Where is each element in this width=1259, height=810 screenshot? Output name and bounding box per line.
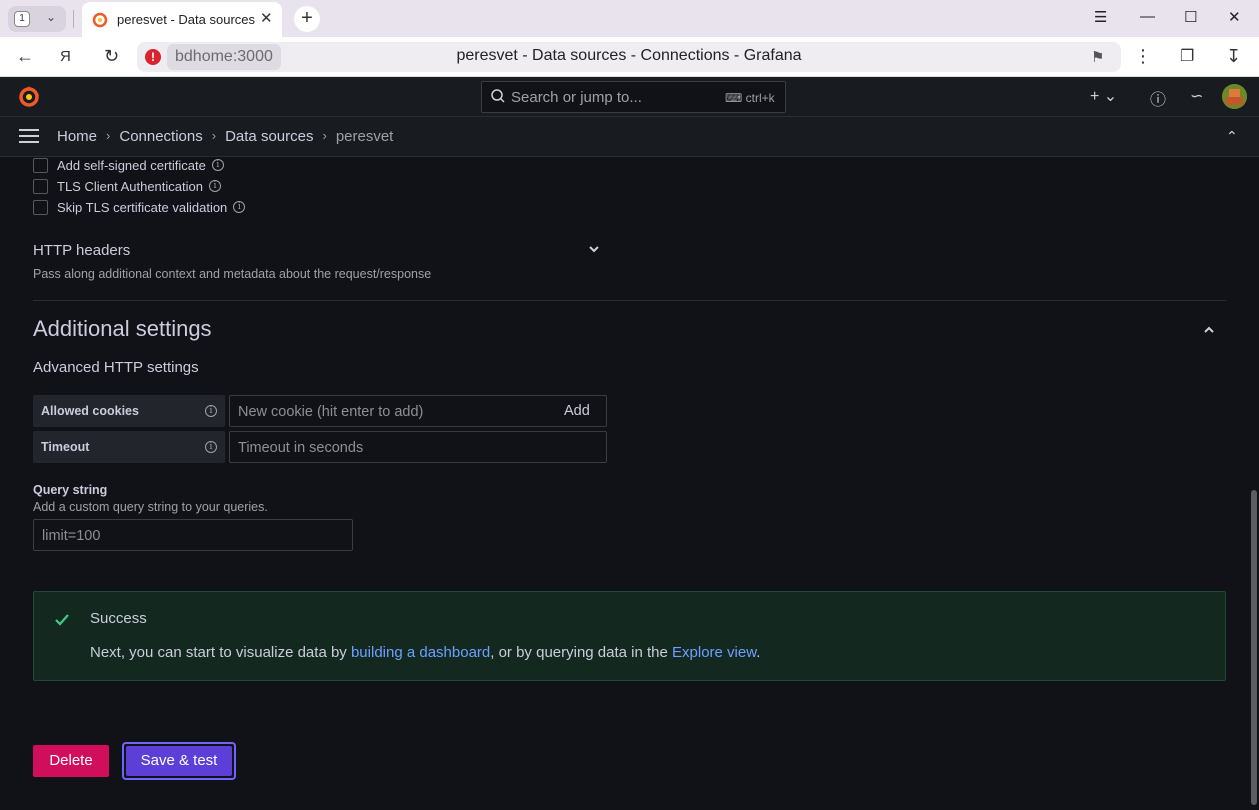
info-icon[interactable]: i (211, 159, 224, 171)
tls-option-self-signed: Add self-signed certificate i (33, 156, 224, 174)
timeout-input[interactable]: Timeout in seconds (229, 431, 607, 463)
alert-text-3: . (756, 644, 761, 661)
query-string-input[interactable]: limit=100 (33, 519, 353, 551)
tab-count: 1 (14, 11, 30, 27)
keyboard-shortcut: ⌨ ctrl+k (725, 91, 775, 105)
client-auth-label: TLS Client Authentication (57, 178, 203, 194)
close-window-icon[interactable]: ✕ (1228, 8, 1241, 26)
avatar-image (1222, 84, 1247, 109)
allowed-cookies-label: Allowed cookies (41, 404, 139, 418)
tab-title: peresvet - Data sources - Connections - … (117, 12, 255, 27)
main-content: Add self-signed certificate i TLS Client… (0, 157, 1259, 810)
search-input[interactable]: Search or jump to... ⌨ ctrl+k (481, 81, 786, 113)
save-and-test-label: Save & test (126, 746, 232, 776)
alert-message: Next, you can start to visualize data by… (90, 644, 760, 661)
bookmark-icon[interactable]: ⚑ (1091, 48, 1104, 66)
chevron-up-icon[interactable] (1203, 324, 1215, 336)
info-icon[interactable]: i (205, 441, 217, 453)
skip-verify-label: Skip TLS certificate validation (57, 199, 228, 215)
rss-icon[interactable]: ∽ (1190, 86, 1203, 106)
reload-icon[interactable]: ↻ (104, 46, 119, 67)
info-icon[interactable]: i (233, 201, 246, 213)
additional-settings-title[interactable]: Additional settings (33, 316, 212, 342)
delete-button[interactable]: Delete (33, 745, 109, 777)
shortcut-text: ctrl+k (745, 91, 775, 105)
breadcrumb-home[interactable]: Home (57, 128, 97, 145)
add-cookie-button[interactable]: Add (564, 403, 590, 419)
http-headers-description: Pass along additional context and metada… (33, 267, 432, 281)
chevron-right-icon: › (211, 128, 217, 143)
grafana-top-bar: Search or jump to... ⌨ ctrl+k + ⌄ ⓘ ∽ (0, 77, 1259, 117)
chevron-right-icon: › (322, 128, 327, 143)
skip-verify-checkbox[interactable] (33, 199, 48, 215)
menu-icon[interactable]: ☰ (1094, 8, 1107, 26)
breadcrumb-current: peresvet (335, 128, 394, 145)
query-string-label: Query string (33, 483, 108, 497)
save-and-test-button[interactable]: Save & test (122, 742, 236, 780)
close-tab-icon[interactable]: ✕ (260, 9, 273, 27)
alert-text-1: Next, you can start to visualize data by (90, 644, 351, 661)
url-host: bdhome:3000 (167, 44, 281, 70)
chevron-down-icon[interactable] (588, 243, 600, 255)
alert-text-2: , or by querying data in the (490, 644, 673, 661)
tls-option-skip-verify: Skip TLS certificate validation i (33, 198, 246, 216)
self-signed-checkbox[interactable] (33, 157, 48, 173)
breadcrumb-data-sources[interactable]: Data sources (225, 128, 313, 145)
timeout-label: Timeout (41, 440, 90, 454)
timeout-placeholder: Timeout in seconds (238, 440, 364, 456)
alert-title: Success (90, 610, 147, 627)
explore-view-link[interactable]: Explore view (672, 644, 756, 661)
query-string-placeholder: limit=100 (42, 528, 101, 544)
self-signed-label: Add self-signed certificate (57, 157, 206, 173)
cookie-placeholder: New cookie (hit enter to add) (238, 404, 424, 420)
minimize-icon[interactable]: — (1140, 8, 1155, 25)
info-icon[interactable]: i (208, 180, 221, 192)
page-title: peresvet - Data sources - Connections - … (456, 47, 802, 64)
back-icon[interactable]: ← (16, 46, 34, 67)
grafana-favicon-icon (92, 12, 108, 28)
advanced-http-settings-title: Advanced HTTP settings (33, 359, 199, 376)
more-icon[interactable]: ⋮ (1134, 46, 1152, 67)
grafana-logo-icon[interactable] (17, 85, 41, 109)
divider (33, 300, 1226, 301)
url-field[interactable]: ! peresvet - Data sources - Connections … (137, 42, 1121, 72)
maximize-icon[interactable]: ☐ (1184, 8, 1197, 26)
success-alert: Success Next, you can start to visualize… (33, 591, 1226, 681)
info-icon[interactable]: i (205, 405, 217, 417)
scrollbar[interactable] (1251, 490, 1257, 805)
help-icon[interactable]: ⓘ (1150, 86, 1166, 110)
client-auth-checkbox[interactable] (33, 178, 48, 194)
menu-toggle-icon[interactable] (19, 129, 39, 145)
download-icon[interactable]: ↧ (1226, 46, 1241, 67)
search-placeholder: Search or jump to... (511, 89, 642, 106)
browser-tab-bar: 1 ⌄ peresvet - Data sources - Connection… (0, 0, 1259, 37)
building-dashboard-link[interactable]: building a dashboard (351, 644, 490, 661)
tab-counter-button[interactable]: 1 ⌄ (8, 6, 66, 32)
collections-icon[interactable]: ❐ (1180, 46, 1194, 66)
new-tab-button[interactable]: + (294, 6, 320, 32)
breadcrumb-connections[interactable]: Connections (119, 128, 202, 145)
http-headers-title[interactable]: HTTP headers (33, 242, 130, 259)
query-string-description: Add a custom query string to your querie… (33, 500, 268, 514)
avatar[interactable] (1222, 84, 1247, 109)
chevron-down-icon: ⌄ (46, 10, 57, 24)
breadcrumb: Home › Connections › Data sources › pere… (57, 128, 393, 145)
tls-option-client-auth: TLS Client Authentication i (33, 177, 221, 195)
divider (73, 10, 74, 28)
check-icon (55, 614, 69, 626)
collapse-chevron-up-icon[interactable]: ⌃ (1226, 128, 1238, 145)
timeout-label-box: Timeout i (33, 431, 225, 463)
breadcrumb-bar: Home › Connections › Data sources › pere… (0, 117, 1259, 157)
chevron-right-icon: › (106, 128, 111, 143)
yandex-icon[interactable]: Я (60, 48, 71, 65)
address-bar: ← Я ↻ ! peresvet - Data sources - Connec… (0, 37, 1259, 77)
add-new-icon[interactable]: + ⌄ (1090, 86, 1117, 106)
browser-tab[interactable]: peresvet - Data sources - Connections - … (82, 2, 282, 37)
allowed-cookies-label-box: Allowed cookies i (33, 395, 225, 427)
cookie-input[interactable]: New cookie (hit enter to add) Add (229, 395, 607, 427)
search-icon (491, 89, 505, 103)
